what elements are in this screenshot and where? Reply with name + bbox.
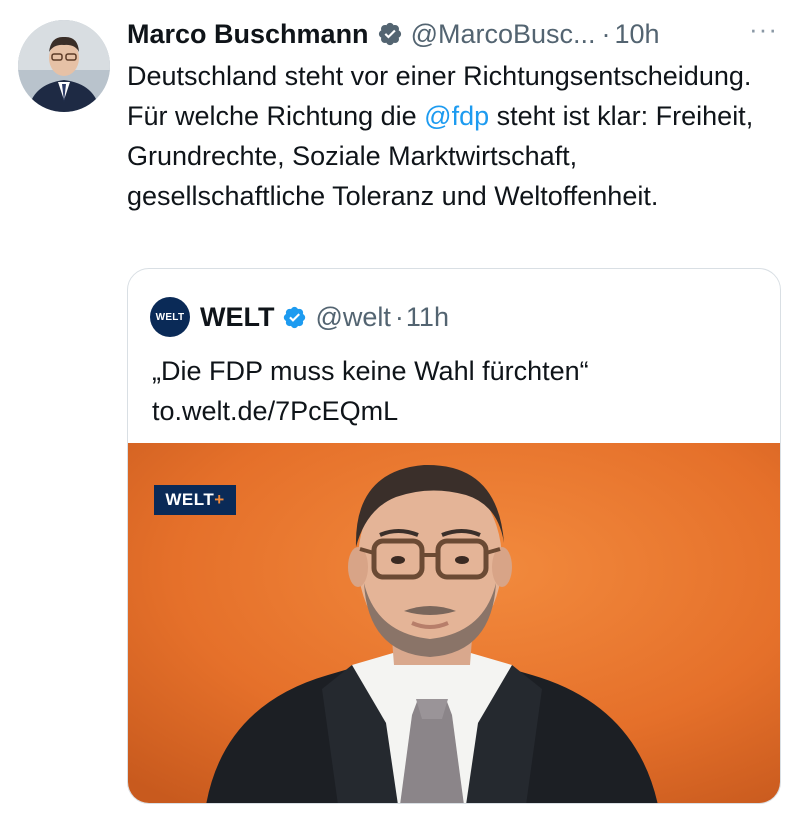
quoted-handle[interactable]: @welt xyxy=(315,302,390,333)
verified-badge-icon xyxy=(282,305,307,330)
author-avatar[interactable] xyxy=(18,20,110,112)
tweet[interactable]: Marco Buschmann @MarcoBusc... · 10h ··· … xyxy=(0,0,800,819)
quoted-tweet-header: WELT WELT @welt · 11h xyxy=(150,297,449,337)
tweet-header: Marco Buschmann @MarcoBusc... · 10h xyxy=(127,14,787,54)
quoted-tweet-text: „Die FDP muss keine Wahl fürchten“ to.we… xyxy=(152,356,589,426)
mention-link[interactable]: @fdp xyxy=(424,101,489,131)
quoted-media-image[interactable]: WELT + xyxy=(128,443,780,803)
quoted-display-name[interactable]: WELT xyxy=(200,302,274,333)
separator-dot: · xyxy=(601,18,611,49)
quoted-time[interactable]: 11h xyxy=(406,302,449,333)
separator-dot: · xyxy=(394,301,404,332)
author-display-name[interactable]: Marco Buschmann xyxy=(127,19,369,50)
more-options-icon[interactable]: ··· xyxy=(749,14,778,45)
badge-text: WELT xyxy=(165,490,215,509)
tweet-time[interactable]: 10h xyxy=(615,19,660,50)
quoted-tweet-card[interactable]: WELT WELT @welt · 11h „Die FDP muss kein… xyxy=(127,268,781,804)
tweet-text: Deutschland steht vor einer Richtungsent… xyxy=(127,56,777,216)
badge-plus: + xyxy=(214,490,225,509)
welt-avatar[interactable]: WELT xyxy=(150,297,190,337)
verified-badge-icon xyxy=(377,21,403,47)
welt-plus-badge: WELT + xyxy=(154,485,236,515)
author-handle[interactable]: @MarcoBusc... xyxy=(411,19,596,50)
